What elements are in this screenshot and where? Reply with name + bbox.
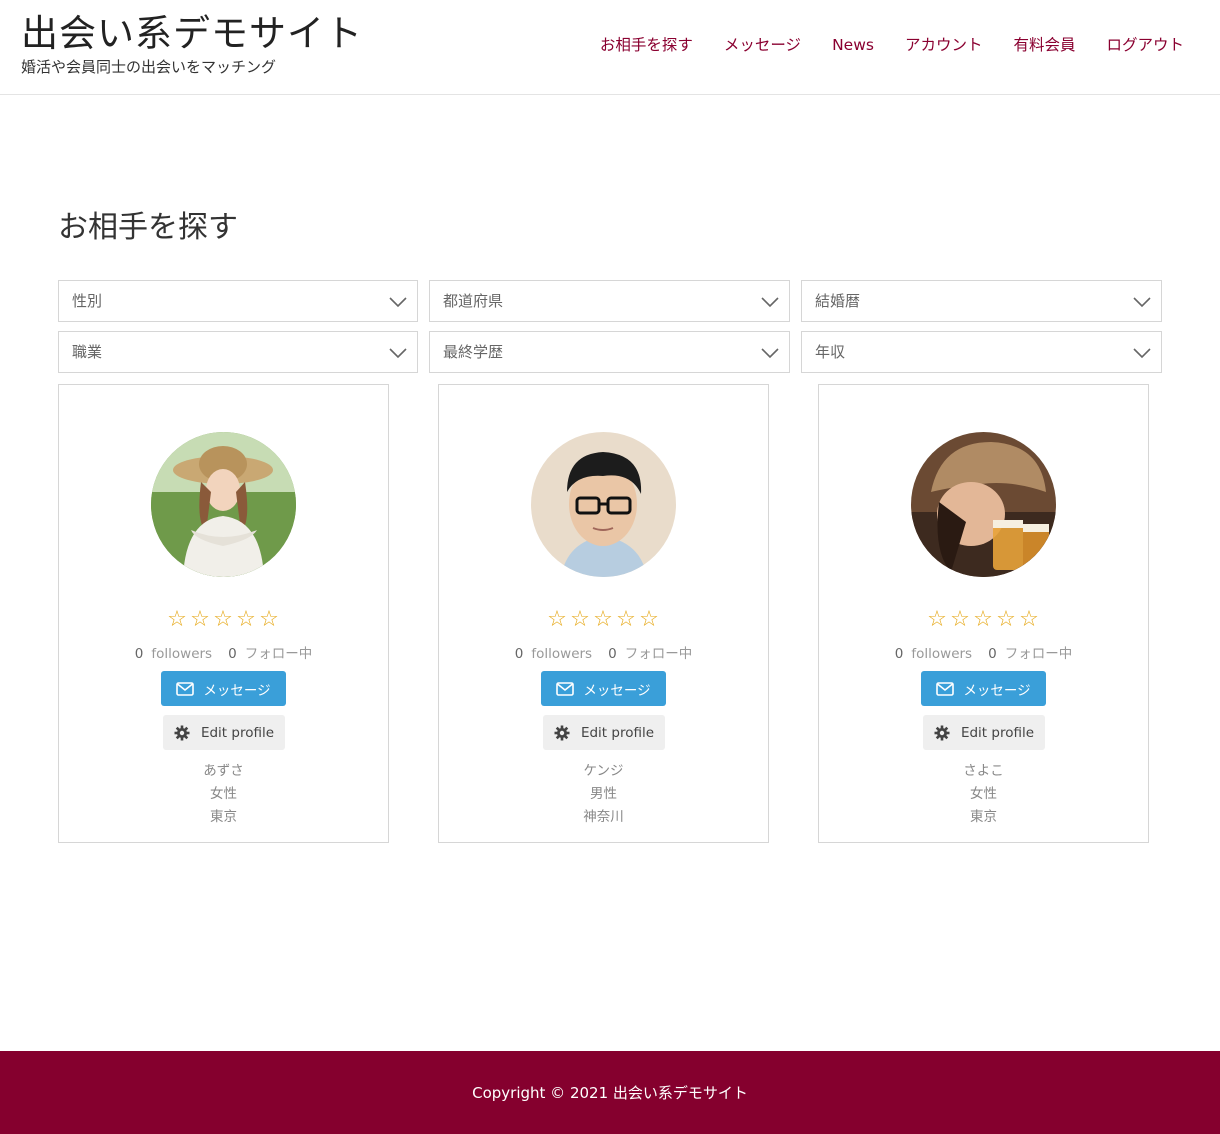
following-label[interactable]: フォロー中 [625,646,693,662]
follow-stats: 0 followers 0 フォロー中 [819,645,1148,663]
nav-item-news[interactable]: News [832,34,874,56]
star-icon[interactable]: ☆ [995,607,1018,633]
star-rating[interactable]: ☆ ☆ ☆ ☆ ☆ [59,607,388,633]
chevron-down-icon [1133,348,1151,359]
star-icon[interactable]: ☆ [592,607,615,633]
avatar[interactable] [531,432,676,577]
profile-gender: 男性 [590,786,617,802]
page-title: お相手を探す [58,210,238,245]
envelope-icon [556,681,575,696]
profile-gender: 女性 [210,786,237,802]
star-icon[interactable]: ☆ [638,607,661,633]
edit-profile-button[interactable]: Edit profile [923,715,1045,750]
filter-label: 年収 [815,343,846,361]
star-icon[interactable]: ☆ [212,607,235,633]
avatar[interactable] [151,432,296,577]
nav-item-account[interactable]: アカウント [905,34,983,56]
filter-label: 職業 [72,343,103,361]
nav-item-logout[interactable]: ログアウト [1106,34,1184,56]
profile-card: ☆ ☆ ☆ ☆ ☆ 0 followers 0 フォロー中 メッセージ Edit profil… [438,384,769,843]
message-button-label: メッセージ [203,682,271,699]
profile-location: 神奈川 [583,809,624,825]
chevron-down-icon [761,297,779,308]
star-icon[interactable]: ☆ [235,607,258,633]
site-title[interactable]: 出会い系デモサイト [21,12,363,56]
chevron-down-icon [761,348,779,359]
filter-prefecture[interactable]: 都道府県 [429,280,790,322]
following-count: 0 [228,646,237,662]
main-nav: お相手を探す メッセージ News アカウント 有料会員 ログアウト [569,34,1184,56]
edit-profile-button[interactable]: Edit profile [163,715,285,750]
message-button-label: メッセージ [963,682,1031,699]
filter-label: 最終学歴 [443,343,504,361]
followers-count: 0 [894,646,904,662]
message-button[interactable]: メッセージ [921,671,1046,706]
message-button[interactable]: メッセージ [541,671,666,706]
edit-profile-label: Edit profile [960,724,1035,741]
message-button-label: メッセージ [583,682,651,699]
star-icon[interactable]: ☆ [166,607,189,633]
profile-gender: 女性 [970,786,997,802]
nav-item-search[interactable]: お相手を探す [600,34,693,56]
star-icon[interactable]: ☆ [926,607,949,633]
profile-card: ☆ ☆ ☆ ☆ ☆ 0 followers 0 フォロー中 メッセージ Edit profil… [818,384,1149,843]
star-icon[interactable]: ☆ [972,607,995,633]
edit-profile-button[interactable]: Edit profile [543,715,665,750]
star-icon[interactable]: ☆ [569,607,592,633]
gear-icon [934,725,950,740]
profile-location: 東京 [210,809,237,825]
filter-label: 都道府県 [443,292,504,310]
filter-education[interactable]: 最終学歴 [429,331,790,373]
edit-profile-label: Edit profile [200,724,275,741]
star-icon[interactable]: ☆ [949,607,972,633]
site-tagline: 婚活や会員同士の出会いをマッチング [21,58,277,76]
filter-marital-history[interactable]: 結婚暦 [801,280,1162,322]
star-rating[interactable]: ☆ ☆ ☆ ☆ ☆ [819,607,1148,633]
following-count: 0 [608,646,617,662]
chevron-down-icon [389,297,407,308]
gear-icon [174,725,190,740]
following-label[interactable]: フォロー中 [1005,646,1073,662]
edit-profile-label: Edit profile [580,724,655,741]
star-icon[interactable]: ☆ [1018,607,1041,633]
site-footer: Copyright © 2021 出会い系デモサイト [0,1051,1220,1134]
envelope-icon [936,681,955,696]
following-count: 0 [988,646,997,662]
profile-name[interactable]: さよこ [819,762,1148,780]
filter-occupation[interactable]: 職業 [58,331,418,373]
nav-item-premium[interactable]: 有料会員 [1013,34,1075,56]
avatar[interactable] [911,432,1056,577]
star-icon[interactable]: ☆ [189,607,212,633]
nav-item-messages[interactable]: メッセージ [724,34,801,56]
envelope-icon [176,681,195,696]
followers-label[interactable]: followers [911,646,972,662]
followers-label[interactable]: followers [151,646,212,662]
star-icon[interactable]: ☆ [546,607,569,633]
copyright-text: Copyright © 2021 出会い系デモサイト [472,1084,748,1102]
followers-count: 0 [134,646,144,662]
follow-stats: 0 followers 0 フォロー中 [59,645,388,663]
profile-name[interactable]: ケンジ [439,762,768,780]
profile-name[interactable]: あずさ [59,762,388,780]
star-icon[interactable]: ☆ [615,607,638,633]
site-header: 出会い系デモサイト 婚活や会員同士の出会いをマッチング お相手を探す メッセージ… [0,0,1220,95]
star-icon[interactable]: ☆ [258,607,281,633]
following-label[interactable]: フォロー中 [245,646,313,662]
chevron-down-icon [1133,297,1151,308]
message-button[interactable]: メッセージ [161,671,286,706]
profile-card: ☆ ☆ ☆ ☆ ☆ 0 followers 0 フォロー中 メッセージ Edit profil… [58,384,389,843]
filter-label: 性別 [72,292,103,310]
filter-income[interactable]: 年収 [801,331,1162,373]
gear-icon [554,725,570,740]
star-rating[interactable]: ☆ ☆ ☆ ☆ ☆ [439,607,768,633]
followers-label[interactable]: followers [531,646,592,662]
profile-location: 東京 [970,809,997,825]
chevron-down-icon [389,348,407,359]
followers-count: 0 [514,646,524,662]
filter-label: 結婚暦 [815,292,861,310]
filter-gender[interactable]: 性別 [58,280,418,322]
follow-stats: 0 followers 0 フォロー中 [439,645,768,663]
